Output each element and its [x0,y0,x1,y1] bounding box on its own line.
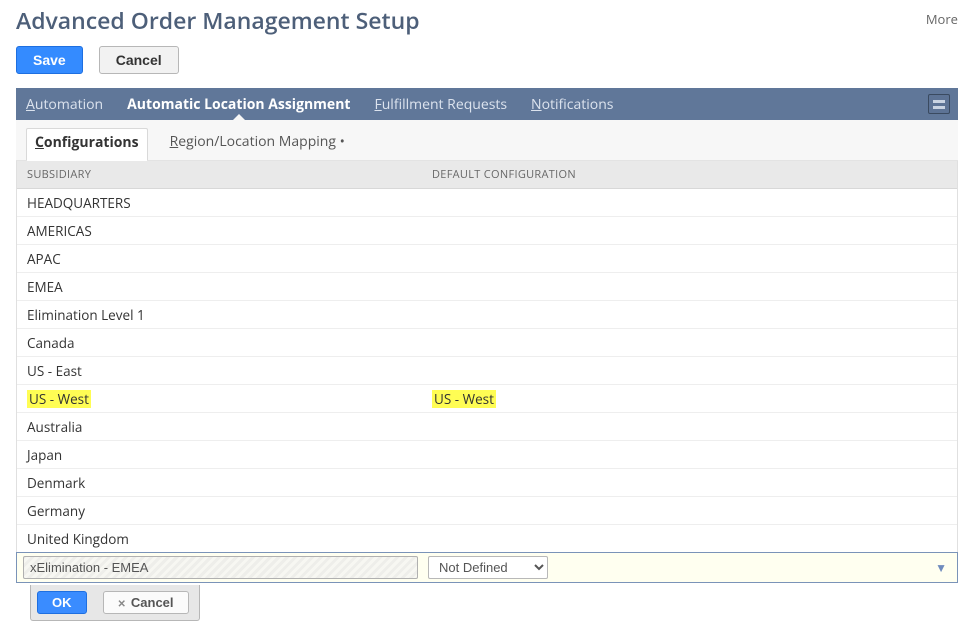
cell-default-config [422,283,957,291]
cell-subsidiary: US - East [17,358,422,384]
edit-default-config-select[interactable]: Not Defined [428,556,548,579]
main-tabs: Automation Automatic Location Assignment F… [16,88,958,120]
close-icon [118,595,126,610]
cell-subsidiary: Japan [17,442,422,468]
cell-subsidiary: Australia [17,414,422,440]
table-row[interactable]: EMEA [17,273,957,301]
table-row[interactable]: US - East [17,357,957,385]
table-row[interactable]: HEADQUARTERS [17,189,957,217]
table-row[interactable]: Denmark [17,469,957,497]
config-table: SUBSIDIARY DEFAULT CONFIGURATION HEADQUA… [16,161,958,583]
tab-fulfillment-requests[interactable]: Fulfillment Requests [374,88,507,120]
cell-subsidiary: Elimination Level 1 [17,302,422,328]
cell-subsidiary: AMERICAS [17,218,422,244]
panel-toggle-icon[interactable] [928,94,950,114]
sub-tabs: Configurations Region/Location Mapping • [16,120,958,161]
toolbar: Save Cancel [0,40,974,88]
table-row[interactable]: Elimination Level 1 [17,301,957,329]
cell-default-config [422,255,957,263]
cell-default-config [422,227,957,235]
row-cancel-label: Cancel [131,595,174,610]
col-subsidiary[interactable]: SUBSIDIARY [17,161,422,188]
table-row[interactable]: Australia [17,413,957,441]
table-row[interactable]: US - WestUS - West [17,385,957,413]
edit-subsidiary-input[interactable] [23,556,418,579]
table-row[interactable]: Japan [17,441,957,469]
row-ok-button[interactable]: OK [37,591,87,614]
cell-subsidiary: Canada [17,330,422,356]
more-link[interactable]: More [926,4,958,28]
cell-default-config [422,479,957,487]
cell-subsidiary: APAC [17,246,422,272]
tab-automation[interactable]: Automation [26,88,103,120]
table-row[interactable]: APAC [17,245,957,273]
tab-automatic-location-assignment[interactable]: Automatic Location Assignment [127,88,350,120]
cell-default-config [422,339,957,347]
row-expand-icon[interactable]: ▼ [935,559,957,576]
row-cancel-button[interactable]: Cancel [103,591,189,614]
cell-subsidiary: Germany [17,498,422,524]
cell-default-config [422,367,957,375]
cell-subsidiary: EMEA [17,274,422,300]
table-row[interactable]: Canada [17,329,957,357]
table-row[interactable]: Germany [17,497,957,525]
tab-notifications[interactable]: Notifications [531,88,613,120]
cell-subsidiary: US - West [17,386,422,412]
table-header: SUBSIDIARY DEFAULT CONFIGURATION [17,161,957,189]
col-default-config[interactable]: DEFAULT CONFIGURATION [422,161,957,188]
cell-default-config [422,451,957,459]
row-actions: OK Cancel [30,585,200,621]
cell-subsidiary: HEADQUARTERS [17,190,422,216]
subtab-configurations[interactable]: Configurations [26,128,148,160]
cell-default-config [422,507,957,515]
cell-default-config [422,311,957,319]
page-title: Advanced Order Management Setup [16,4,420,36]
cell-default-config [422,535,957,543]
cancel-button[interactable]: Cancel [99,46,179,74]
subtab-region-location-mapping-[interactable]: Region/Location Mapping • [162,128,353,160]
cell-default-config [422,423,957,431]
table-row[interactable]: AMERICAS [17,217,957,245]
cell-default-config [422,199,957,207]
table-edit-row[interactable]: Not Defined ▼ [16,552,958,583]
table-row[interactable]: United Kingdom [17,525,957,553]
cell-subsidiary: United Kingdom [17,526,422,552]
cell-default-config: US - West [422,386,957,412]
save-button[interactable]: Save [16,46,83,74]
cell-subsidiary: Denmark [17,470,422,496]
